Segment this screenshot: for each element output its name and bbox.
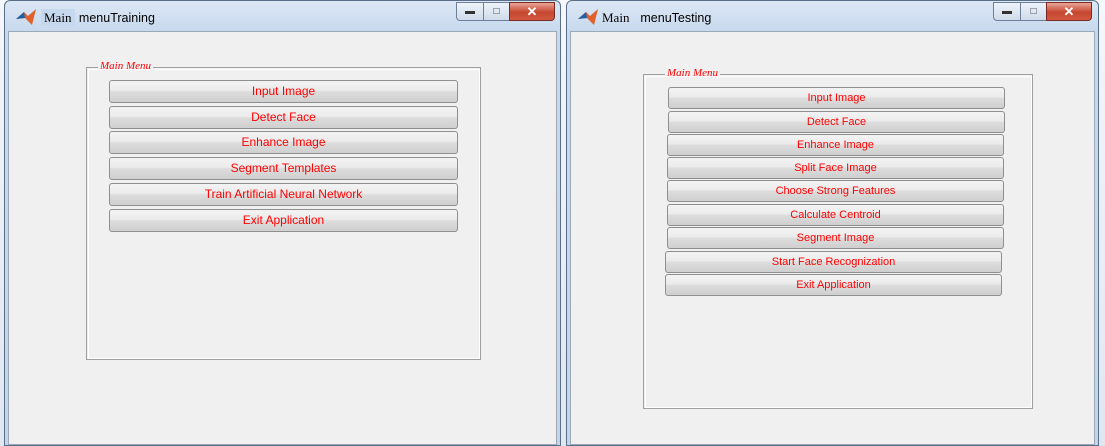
- input-image-button[interactable]: Input Image: [109, 80, 458, 103]
- testing-caption-buttons: ▬ □ ✕: [993, 2, 1092, 22]
- testing-client-area: Main Menu Input Image Detect Face Enhanc…: [570, 31, 1095, 445]
- testing-titlebar[interactable]: Main menuTesting ▬ □ ✕: [567, 1, 1098, 29]
- close-icon: ✕: [526, 3, 538, 19]
- maximize-button[interactable]: □: [1020, 2, 1046, 21]
- train-neural-network-button[interactable]: Train Artificial Neural Network: [109, 183, 458, 206]
- maximize-icon: □: [493, 6, 500, 17]
- matlab-logo-icon: [16, 9, 36, 25]
- exit-application-button[interactable]: Exit Application: [109, 209, 458, 232]
- minimize-icon: ▬: [465, 6, 475, 17]
- start-face-recognization-button[interactable]: Start Face Recognization: [665, 251, 1002, 273]
- title-rest: menuTesting: [633, 11, 712, 25]
- training-titlebar[interactable]: Main menuTraining ▬ □ ✕: [5, 1, 560, 29]
- title-highlight: Main: [41, 9, 76, 26]
- matlab-logo-icon: [578, 9, 598, 25]
- minimize-button[interactable]: ▬: [456, 2, 483, 21]
- title-rest: menuTraining: [75, 11, 155, 25]
- training-window-title: Main menuTraining: [41, 9, 155, 26]
- panel-title: Main Menu: [98, 60, 154, 72]
- choose-strong-features-button[interactable]: Choose Strong Features: [667, 180, 1004, 202]
- input-image-button[interactable]: Input Image: [668, 87, 1005, 109]
- close-button[interactable]: ✕: [509, 2, 555, 21]
- training-main-menu-panel: Main Menu Input Image Detect Face Enhanc…: [86, 60, 481, 360]
- training-client-area: Main Menu Input Image Detect Face Enhanc…: [8, 31, 557, 445]
- split-face-image-button[interactable]: Split Face Image: [667, 157, 1004, 179]
- segment-templates-button[interactable]: Segment Templates: [109, 157, 458, 180]
- maximize-button[interactable]: □: [483, 2, 509, 21]
- training-caption-buttons: ▬ □ ✕: [456, 2, 555, 22]
- desktop-background-right: [1098, 0, 1105, 446]
- minimize-icon: ▬: [1002, 6, 1012, 17]
- segment-image-button[interactable]: Segment Image: [667, 227, 1004, 249]
- training-window: Main menuTraining ▬ □ ✕ Main Menu Input …: [4, 0, 561, 446]
- calculate-centroid-button[interactable]: Calculate Centroid: [667, 204, 1004, 226]
- maximize-icon: □: [1030, 6, 1037, 17]
- testing-main-menu-panel: Main Menu Input Image Detect Face Enhanc…: [643, 67, 1033, 409]
- detect-face-button[interactable]: Detect Face: [109, 106, 458, 129]
- testing-window: Main menuTesting ▬ □ ✕ Main Menu Input I…: [566, 0, 1099, 446]
- panel-title: Main Menu: [665, 67, 721, 79]
- enhance-image-button[interactable]: Enhance Image: [667, 134, 1004, 156]
- minimize-button[interactable]: ▬: [993, 2, 1020, 21]
- enhance-image-button[interactable]: Enhance Image: [109, 131, 458, 154]
- detect-face-button[interactable]: Detect Face: [668, 111, 1005, 133]
- exit-application-button[interactable]: Exit Application: [665, 274, 1002, 296]
- testing-window-title: Main menuTesting: [602, 10, 711, 26]
- close-icon: ✕: [1063, 3, 1075, 19]
- title-highlight: Main: [602, 10, 630, 25]
- close-button[interactable]: ✕: [1046, 2, 1092, 21]
